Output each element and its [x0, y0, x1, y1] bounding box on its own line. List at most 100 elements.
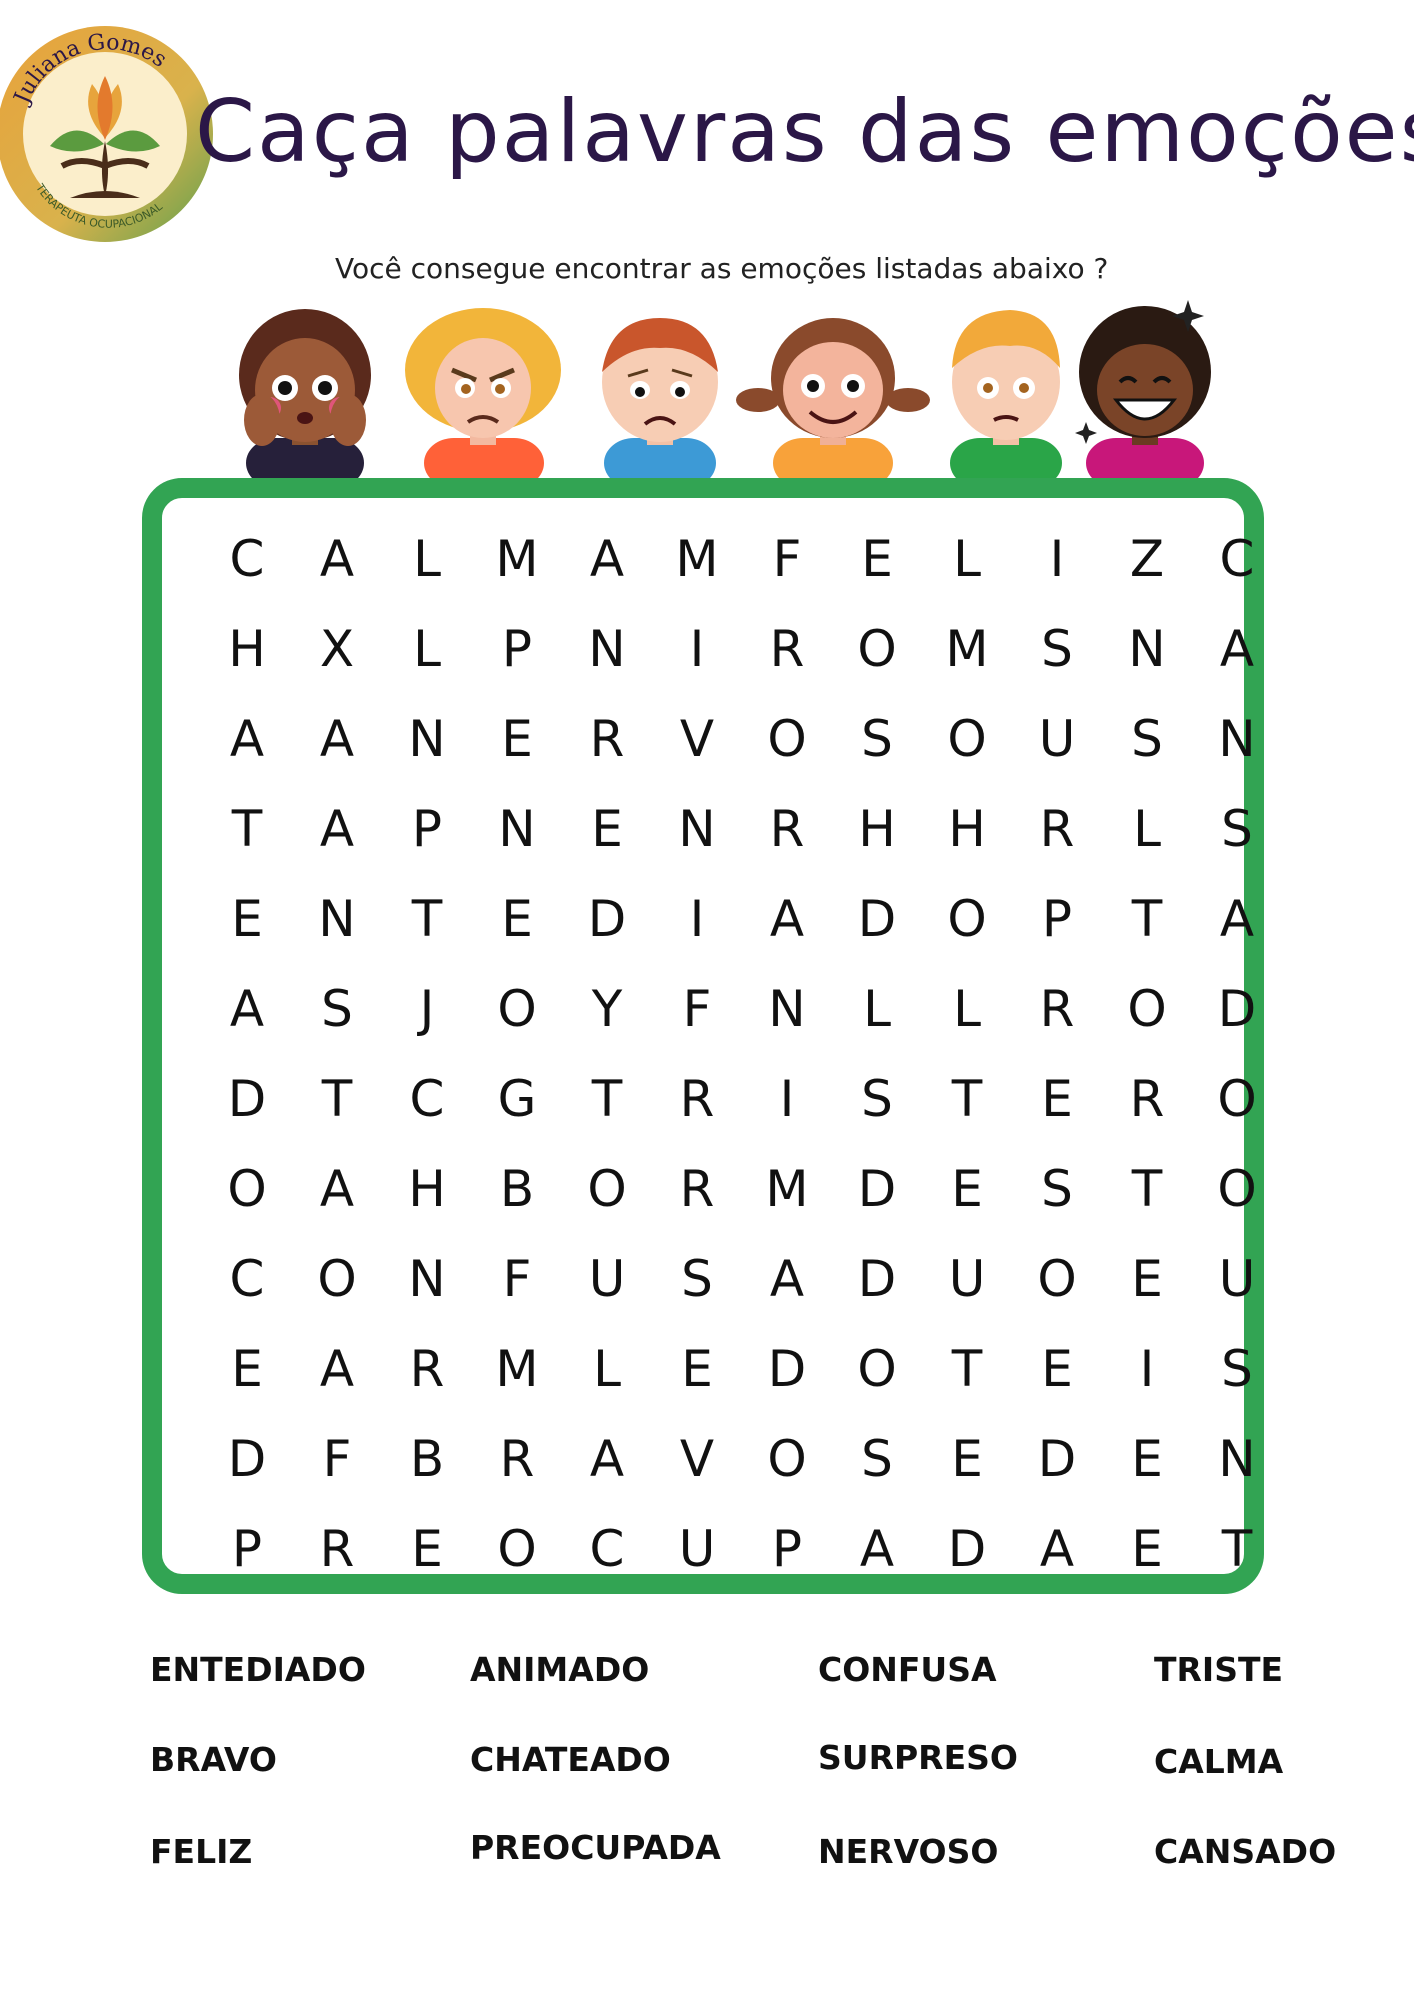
grid-letter: D	[857, 890, 897, 948]
grid-letter: N	[768, 980, 806, 1038]
grid-letter: I	[689, 890, 705, 948]
grid-letter: S	[1221, 800, 1253, 858]
grid-letter: R	[499, 1430, 535, 1488]
grid-letter: M	[495, 1340, 539, 1398]
grid-letter: D	[947, 1520, 987, 1578]
grid-letter: I	[779, 1070, 795, 1128]
word-surpreso: SURPRESO	[818, 1738, 1018, 1777]
grid-letter: A	[229, 710, 265, 768]
grid-letter: E	[861, 530, 893, 588]
grid-letter: S	[1041, 620, 1073, 678]
upset-boy-character	[950, 310, 1062, 485]
grid-letter: A	[319, 1340, 355, 1398]
grid-letter: T	[1131, 890, 1163, 948]
grid-letter: A	[589, 530, 625, 588]
grid-letter: F	[502, 1250, 532, 1308]
grid-letter: T	[591, 1070, 623, 1128]
grid-letter: S	[861, 1070, 893, 1128]
grid-letter: A	[1219, 620, 1255, 678]
grid-letter: U	[1218, 1250, 1256, 1308]
grid-letter: P	[231, 1520, 263, 1578]
word-animado: ANIMADO	[470, 1650, 650, 1689]
grid-letter: B	[409, 1430, 445, 1488]
grid-letter: M	[495, 530, 539, 588]
grid-letter: E	[231, 1340, 263, 1398]
word-preocupada: PREOCUPADA	[470, 1828, 721, 1867]
grid-letter: E	[1041, 1070, 1073, 1128]
grid-letter: A	[319, 1160, 355, 1218]
grid-letter: A	[319, 710, 355, 768]
grid-letter: D	[1217, 980, 1257, 1038]
grid-letter: E	[501, 710, 533, 768]
grid-letter: L	[1133, 800, 1161, 858]
grid-letter: O	[227, 1160, 267, 1218]
grid-letter: O	[587, 1160, 627, 1218]
word-cansado: CANSADO	[1154, 1832, 1337, 1871]
grid-letter: U	[678, 1520, 716, 1578]
grid-letter: T	[951, 1340, 983, 1398]
word-calma: CALMA	[1154, 1742, 1284, 1781]
grid-letter: L	[953, 980, 981, 1038]
grid-letter: E	[501, 890, 533, 948]
grid-letter: C	[229, 1250, 265, 1308]
grid-letter: C	[1219, 530, 1255, 588]
grid-letter: R	[319, 1520, 355, 1578]
grid-letter: M	[675, 530, 719, 588]
grid-letter: A	[589, 1430, 625, 1488]
grid-letter: J	[419, 980, 435, 1038]
grid-letter: I	[689, 620, 705, 678]
grid-letter: U	[588, 1250, 626, 1308]
grid-letter: I	[1139, 1340, 1155, 1398]
grid-letter: S	[1221, 1340, 1253, 1398]
grid-letter: O	[857, 620, 897, 678]
grid-letter: E	[1131, 1520, 1163, 1578]
grid-letter: S	[321, 980, 353, 1038]
grid-letter: V	[679, 1430, 715, 1488]
grid-letter: O	[497, 980, 537, 1038]
grid-letter: P	[411, 800, 443, 858]
grid-letter: O	[497, 1520, 537, 1578]
grid-letter: T	[321, 1070, 353, 1128]
grid-letter: T	[231, 800, 263, 858]
grid-letter: O	[1037, 1250, 1077, 1308]
grid-letter: D	[857, 1160, 897, 1218]
grid-letter: S	[861, 710, 893, 768]
grid-letter: X	[319, 620, 355, 678]
grid-letter: E	[1131, 1250, 1163, 1308]
word-entediado: ENTEDIADO	[150, 1650, 366, 1689]
grid-letter: O	[767, 710, 807, 768]
grid-letter: H	[228, 620, 266, 678]
grid-letter: T	[411, 890, 443, 948]
grid-letter: L	[413, 530, 441, 588]
grid-letter: O	[1217, 1160, 1257, 1218]
grid-letter: N	[408, 710, 446, 768]
grid-letter: T	[1221, 1520, 1253, 1578]
grid-letter: D	[227, 1070, 267, 1128]
grid-letter: D	[1037, 1430, 1077, 1488]
grid-letter: E	[951, 1160, 983, 1218]
grid-letter: O	[767, 1430, 807, 1488]
grid-letter: A	[319, 530, 355, 588]
grid-letter: G	[497, 1070, 537, 1128]
grid-letter: E	[231, 890, 263, 948]
grid-letter: N	[588, 620, 626, 678]
grid-letter: I	[1049, 530, 1065, 588]
grid-letter: O	[947, 710, 987, 768]
grid-letter: U	[948, 1250, 986, 1308]
worried-girl-character	[239, 309, 371, 485]
grid-letter: Z	[1129, 530, 1165, 588]
grid-letter: O	[1127, 980, 1167, 1038]
grid-letter: M	[945, 620, 989, 678]
grid-letter: L	[863, 980, 891, 1038]
grid-letter: P	[501, 620, 533, 678]
page-title: Caça palavras das emoções	[195, 82, 1414, 182]
grid-letter: F	[682, 980, 712, 1038]
grid-letter: R	[679, 1160, 715, 1218]
grid-letter: U	[1038, 710, 1076, 768]
grid-letter: D	[857, 1250, 897, 1308]
grid-letter: N	[1128, 620, 1166, 678]
grid-letter: P	[771, 1520, 803, 1578]
grid-letter: Y	[591, 980, 623, 1038]
word-search-board: CALMAMFELIZCHXLPNIROMSNAAANERVOSOUSNTAPN…	[142, 478, 1264, 1594]
grid-letter: F	[322, 1430, 352, 1488]
